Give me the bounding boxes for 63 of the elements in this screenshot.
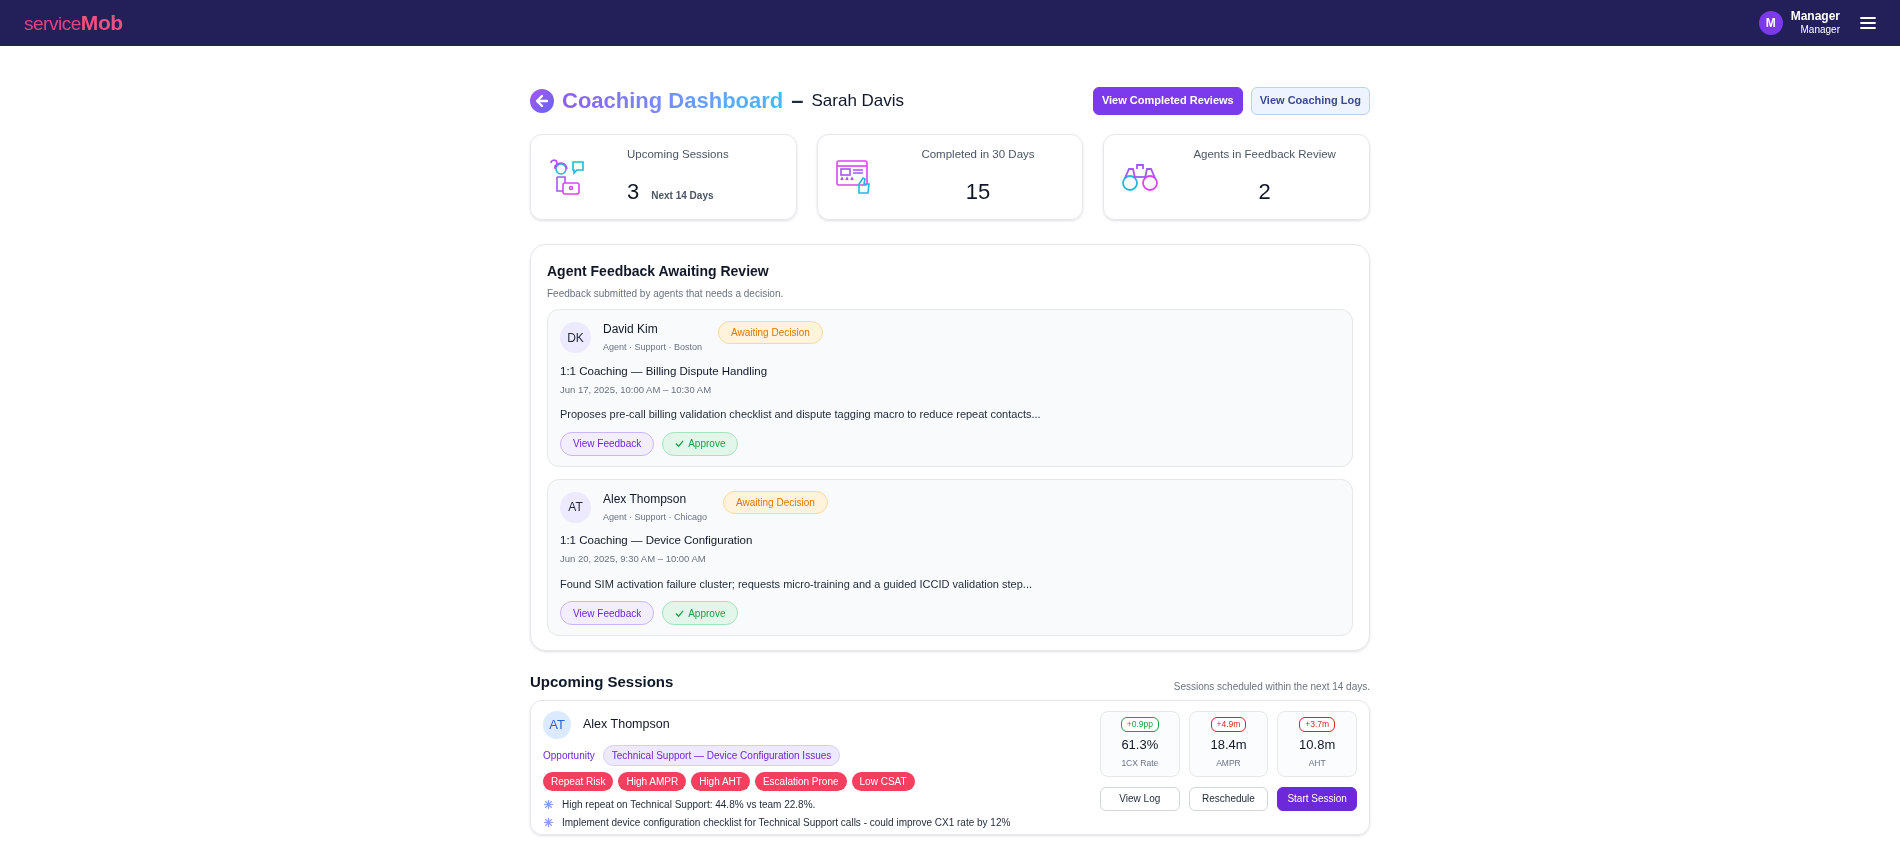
risk-tag: Repeat Risk bbox=[543, 771, 614, 791]
risk-tag: High AHT bbox=[691, 771, 750, 791]
start-session-button[interactable]: Start Session bbox=[1277, 786, 1357, 811]
agent-avatar: AT bbox=[543, 710, 571, 739]
menu-icon[interactable] bbox=[1860, 16, 1876, 30]
stat-value: 3 bbox=[627, 178, 640, 207]
stat-label: Upcoming Sessions bbox=[627, 146, 729, 162]
section-title: Agent Feedback Awaiting Review bbox=[547, 262, 770, 281]
metric-value: 18.4m bbox=[1210, 735, 1247, 754]
sparkle-icon bbox=[543, 816, 554, 828]
agent-name: Alex Thompson bbox=[583, 716, 670, 734]
delta-badge: +0.9pp bbox=[1120, 717, 1159, 732]
stat-value: 15 bbox=[965, 178, 991, 207]
agent-meta: Agent · Support · Chicago bbox=[603, 510, 708, 524]
status-badge: Awaiting Decision bbox=[723, 490, 828, 514]
agent-name: David Kim bbox=[603, 321, 659, 338]
agent-name: Sarah Davis bbox=[811, 89, 905, 112]
section-subtitle: Feedback submitted by agents that needs a decision. bbox=[547, 287, 785, 301]
status-badge: Awaiting Decision bbox=[718, 321, 823, 344]
section-caption: Sessions scheduled within the next 14 days. bbox=[1173, 679, 1370, 694]
feedback-summary: Proposes pre-call billing validation checklist and dispute tagging macro to reduce repeat contacts... bbox=[560, 407, 1042, 422]
title-dash: – bbox=[791, 87, 804, 115]
view-feedback-button[interactable]: View Feedback bbox=[560, 431, 655, 456]
risk-tag: Escalation Prone bbox=[754, 771, 847, 791]
risk-tag: Low CSAT bbox=[851, 771, 915, 791]
agent-meta: Agent · Support · Boston bbox=[603, 341, 703, 354]
metric-value: 10.8m bbox=[1299, 735, 1336, 754]
delta-badge: +3.7m bbox=[1299, 717, 1336, 732]
user-name: Manager bbox=[1790, 9, 1840, 25]
risk-tag: High AMPR bbox=[618, 771, 687, 791]
stat-label: Completed in 30 Days bbox=[921, 146, 1035, 162]
session-time: Jun 20, 2025, 9:30 AM – 10:00 AM bbox=[560, 552, 707, 567]
insight-text: Implement device configuration checklist for Technical Support calls - could improve CX1 rate by 12% bbox=[562, 815, 1011, 830]
session-time: Jun 17, 2025, 10:00 AM – 10:30 AM bbox=[560, 382, 713, 397]
sparkle-icon bbox=[543, 798, 554, 810]
session-title: 1:1 Coaching — Billing Dispute Handling bbox=[560, 363, 769, 379]
session-title: 1:1 Coaching — Device Configuration bbox=[560, 533, 754, 548]
opportunity-tag: Technical Support — Device Configuration Issues bbox=[602, 744, 841, 766]
metric-label: 1CX Rate bbox=[1121, 757, 1159, 770]
agent-avatar: DK bbox=[560, 322, 591, 353]
metric-label: AMPR bbox=[1216, 757, 1241, 770]
completed-reviews-button[interactable]: View Completed Reviews bbox=[1092, 86, 1243, 115]
stat-value: 2 bbox=[1258, 178, 1271, 207]
stat-note: Next 14 Days bbox=[651, 189, 714, 204]
logo-text[interactable]: serviceMob bbox=[24, 7, 123, 39]
section-title: Upcoming Sessions bbox=[530, 672, 674, 692]
user-avatar[interactable]: M bbox=[1758, 11, 1783, 35]
view-feedback-button[interactable]: View Feedback bbox=[560, 601, 655, 625]
metric-label: AHT bbox=[1308, 757, 1326, 770]
feedback-summary: Found SIM activation failure cluster; requests micro-training and a guided ICCID validation step... bbox=[560, 576, 1033, 592]
check-icon bbox=[675, 608, 685, 618]
agent-name: Alex Thompson bbox=[603, 490, 688, 508]
agent-avatar: AT bbox=[560, 491, 591, 523]
session-action-button[interactable]: Reschedule bbox=[1188, 786, 1269, 811]
delta-badge: +4.9m bbox=[1210, 717, 1247, 732]
check-icon bbox=[675, 439, 685, 448]
opportunity-label: Opportunity bbox=[543, 748, 595, 763]
coaching-log-button[interactable]: View Coaching Log bbox=[1250, 86, 1370, 115]
user-role: Manager bbox=[1800, 24, 1840, 37]
session-action-button[interactable]: View Log bbox=[1100, 786, 1180, 811]
metric-value: 61.3% bbox=[1121, 735, 1159, 754]
insight-text: High repeat on Technical Support: 44.8% vs team 22.8%. bbox=[562, 797, 816, 812]
stat-label: Agents in Feedback Review bbox=[1193, 146, 1336, 162]
